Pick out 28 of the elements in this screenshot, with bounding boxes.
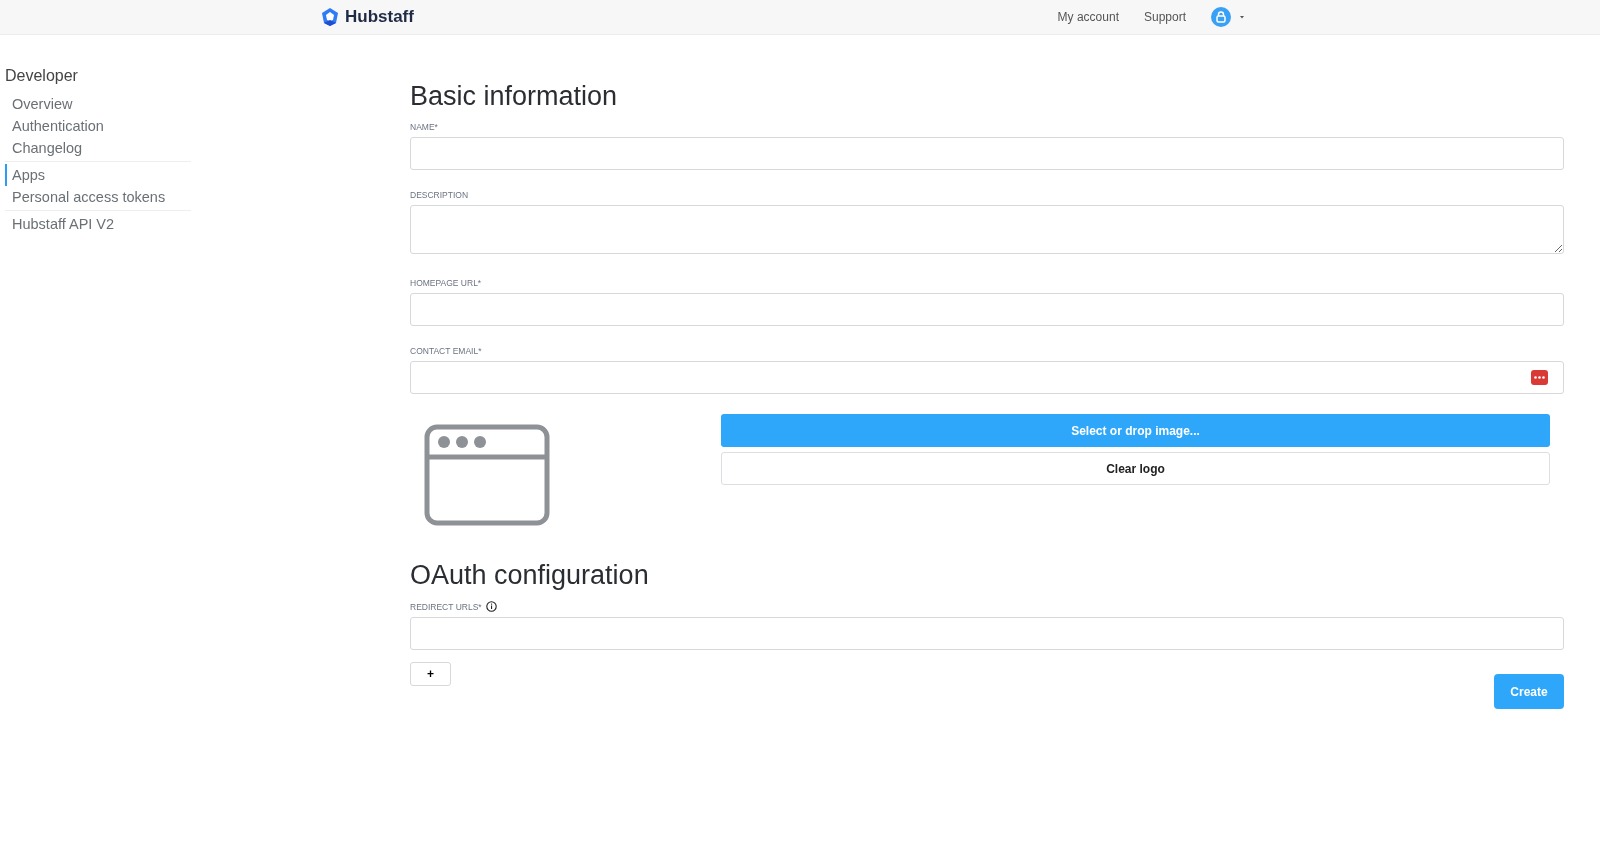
field-label: REDIRECT URLS* [410,601,482,612]
section-title: OAuth configuration [410,560,650,591]
email-field[interactable] [410,361,1564,394]
sidebar-item[interactable]: Personal access tokens [5,186,191,208]
field-label: DESCRIPTION [410,190,469,200]
field-label: NAME* [410,122,438,132]
logo-icon [320,7,340,27]
clear-logo-button[interactable]: Clear logo [721,452,1550,485]
description-field[interactable] [410,205,1564,254]
text-field[interactable] [410,293,1564,326]
field-label: HOMEPAGE URL* [410,278,482,288]
sidebar-item[interactable]: Apps [5,164,191,186]
text-field[interactable] [410,137,1564,170]
info-icon[interactable] [485,601,497,612]
sidebar-item[interactable]: Authentication [5,115,191,137]
section-title: Basic information [410,81,619,112]
brand-name: Hubstaff [345,7,414,27]
sidebar-item[interactable]: Hubstaff API V2 [5,213,191,235]
redirect-url-field[interactable] [410,617,1564,650]
field-label: CONTACT EMAIL* [410,346,482,356]
header-link[interactable]: Support [1143,10,1186,24]
sidebar-item[interactable]: Changelog [5,137,191,159]
avatar-icon[interactable] [1211,7,1245,27]
app-window-icon [424,424,550,526]
sidebar-item[interactable]: Overview [5,93,191,115]
add-url-button[interactable]: + [410,662,451,686]
header-link[interactable]: My account [1057,10,1119,24]
sidebar-title: Developer [5,67,79,85]
